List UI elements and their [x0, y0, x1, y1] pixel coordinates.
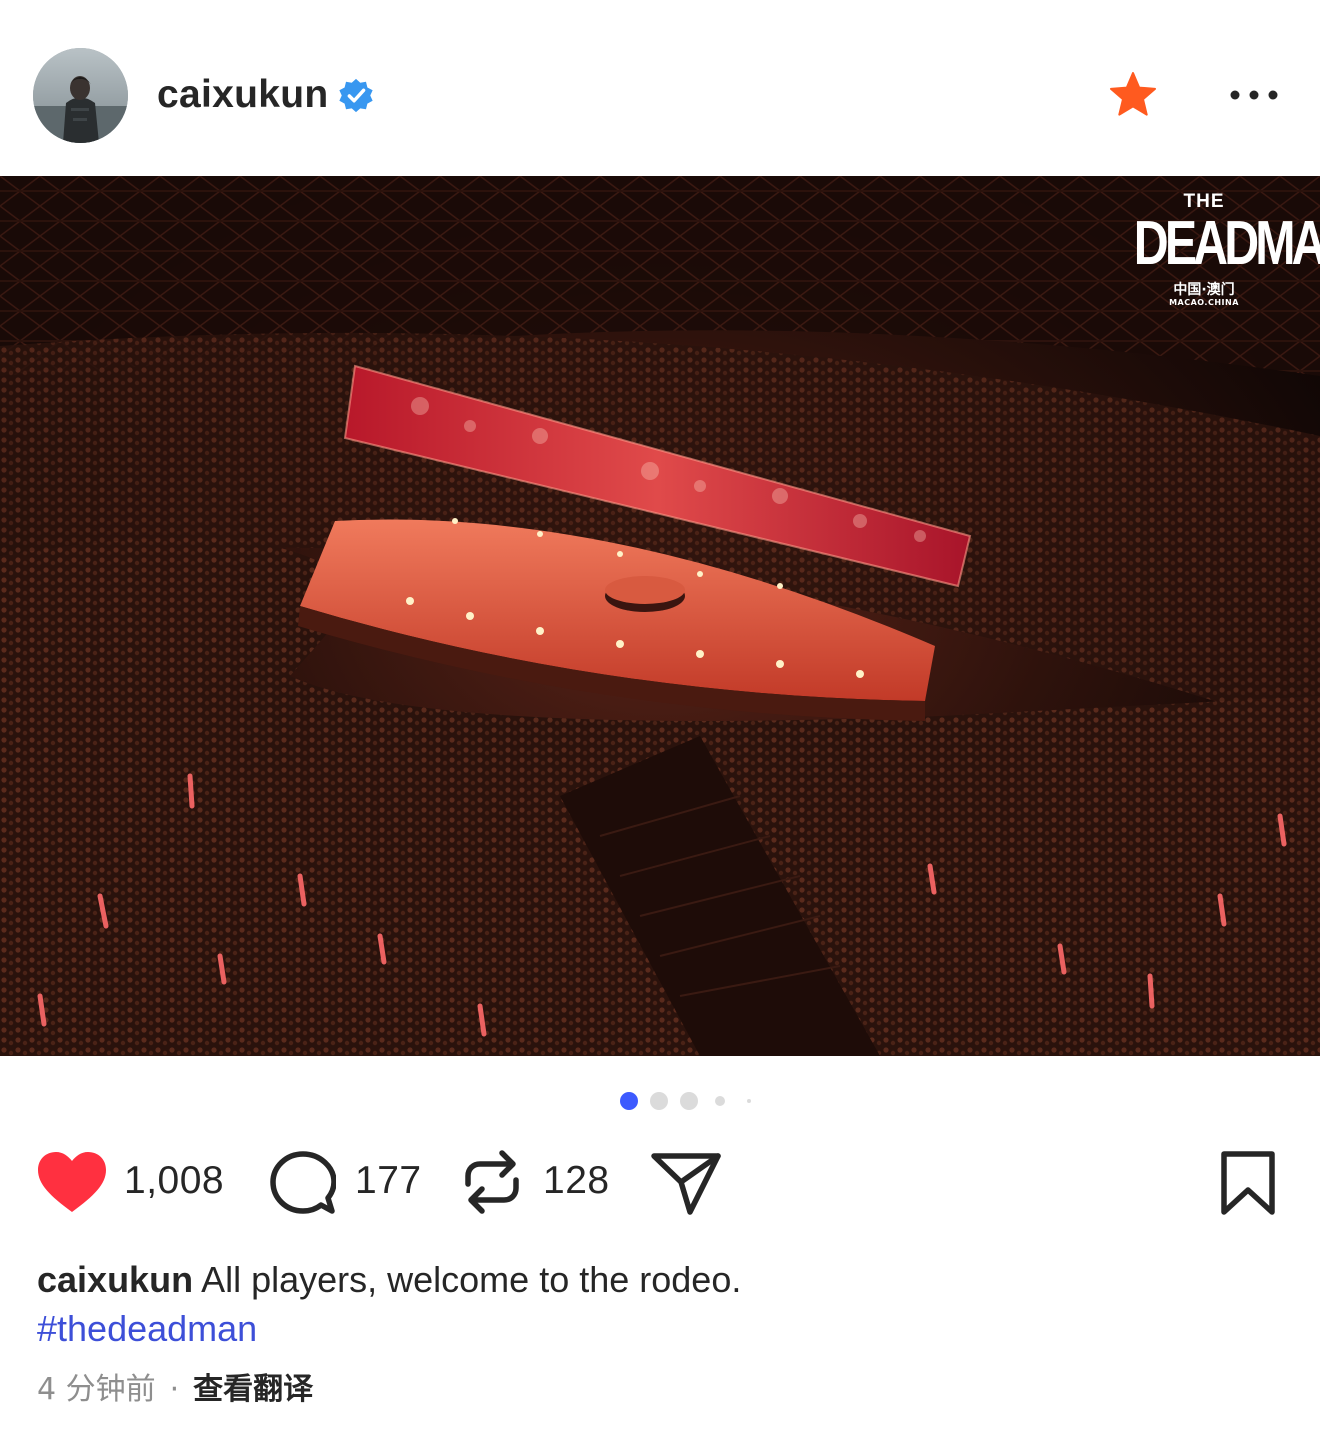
concert-arena-photo	[0, 176, 1320, 1056]
repost-count[interactable]: 128	[543, 1158, 610, 1204]
post-actions: 1,008 177 128	[0, 1140, 1320, 1230]
carousel-dot[interactable]	[747, 1099, 751, 1103]
logo-location-en: MACAO.CHINA	[1169, 298, 1239, 307]
caption-text: All players, welcome to the rodeo.	[193, 1259, 742, 1300]
event-logo: THE DEADMAN 中国·澳门 MACAO.CHINA	[1114, 192, 1320, 308]
bookmark-icon[interactable]	[1218, 1150, 1278, 1216]
caption-username[interactable]: caixukun	[37, 1259, 193, 1300]
favorite-star-icon[interactable]	[1108, 70, 1158, 120]
heart-icon[interactable]	[36, 1150, 108, 1214]
verified-badge-icon	[339, 78, 373, 113]
carousel-dot-active[interactable]	[620, 1092, 638, 1110]
meta-separator: ·	[169, 1372, 180, 1407]
share-icon[interactable]	[650, 1150, 722, 1216]
post-timestamp: 4 分钟前	[37, 1372, 156, 1407]
post-caption: caixukun All players, welcome to the rod…	[37, 1255, 1287, 1305]
avatar[interactable]	[33, 48, 128, 143]
more-options-icon[interactable]	[1228, 86, 1280, 104]
comment-count[interactable]: 177	[355, 1158, 422, 1204]
repost-icon[interactable]	[462, 1148, 522, 1216]
carousel-dot[interactable]	[680, 1092, 698, 1110]
logo-title: DEADMAN	[1133, 209, 1320, 278]
logo-location-cn: 中国·澳门	[1173, 282, 1235, 298]
username[interactable]: caixukun	[157, 72, 328, 118]
post-header: caixukun	[0, 0, 1320, 176]
post-image[interactable]: THE DEADMAN 中国·澳门 MACAO.CHINA	[0, 176, 1320, 1056]
carousel-dot[interactable]	[715, 1096, 725, 1106]
caption-hashtag[interactable]: #thedeadman	[37, 1306, 257, 1352]
avatar-image	[33, 48, 128, 143]
comment-icon[interactable]	[270, 1150, 336, 1216]
like-count[interactable]: 1,008	[124, 1158, 224, 1204]
see-translation-link[interactable]: 查看翻译	[193, 1372, 313, 1407]
post-meta: 4 分钟前 · 查看翻译	[37, 1370, 313, 1410]
carousel-dot[interactable]	[650, 1092, 668, 1110]
carousel-indicator	[620, 1092, 760, 1110]
